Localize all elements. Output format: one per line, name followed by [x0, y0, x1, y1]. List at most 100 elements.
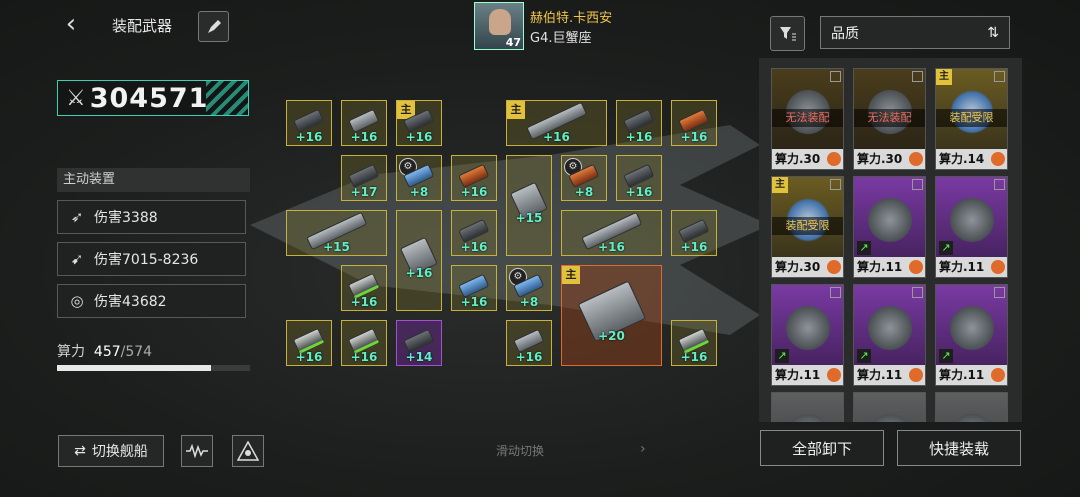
equip-slot[interactable]: +16	[451, 265, 497, 311]
equip-slot[interactable]: +16	[451, 210, 497, 256]
equip-slot[interactable]: ⚙ +8	[506, 265, 552, 311]
equip-slot[interactable]: +17	[341, 155, 387, 201]
inventory-card[interactable]: ↗ 算力.11	[771, 284, 844, 386]
fleet-button[interactable]	[232, 435, 264, 467]
upgrade-icon	[909, 260, 923, 274]
slot-level: +16	[625, 185, 653, 199]
device-row-2[interactable]: ➹ 伤害7015-8236	[57, 242, 246, 276]
equip-slot[interactable]: +16	[671, 210, 717, 256]
power-cost: 算力.30	[775, 152, 821, 166]
select-box-icon	[830, 287, 841, 298]
equip-slot[interactable]: ⚙ +8	[396, 155, 442, 201]
inventory-card[interactable]: 主装配受限 算力.30	[771, 176, 844, 278]
waveform-button[interactable]	[181, 435, 213, 467]
sort-label: 品质	[831, 25, 859, 42]
weapon-icon	[782, 303, 834, 353]
missile-wave-icon: ➶	[70, 208, 84, 226]
main-tag: 主	[936, 69, 952, 85]
waveform-icon	[186, 444, 208, 458]
device-row-3[interactable]: ◎ 伤害43682	[57, 284, 246, 318]
target-ring-icon: ◎	[70, 292, 84, 310]
power-cost: 算力.11	[857, 368, 903, 382]
equip-slot[interactable]: +16	[341, 265, 387, 311]
weapon-icon	[782, 411, 834, 422]
equip-slot[interactable]: +15	[286, 210, 387, 256]
upgrade-icon	[909, 368, 923, 382]
select-box-icon	[994, 287, 1005, 298]
power-cost: 算力.14	[939, 152, 985, 166]
equip-slot[interactable]: +16	[286, 320, 332, 366]
slot-level: +17	[350, 185, 378, 199]
upgrade-icon	[991, 368, 1005, 382]
power-cost: 算力.30	[857, 152, 903, 166]
equip-slot[interactable]: +16	[671, 100, 717, 146]
back-button[interactable]: ‹	[58, 11, 84, 38]
equip-slot[interactable]: +16	[616, 100, 662, 146]
inventory-card[interactable]: 无法装配算力.30	[771, 68, 844, 170]
capacity-bar	[57, 365, 250, 371]
power-cost: 算力.11	[939, 260, 985, 274]
inventory-card[interactable]	[853, 392, 926, 422]
equip-slot[interactable]: ⚙ +8	[561, 155, 607, 201]
equip-slot[interactable]: +16	[396, 210, 442, 311]
combat-power-value: 304571	[89, 82, 209, 114]
filter-icon	[779, 26, 796, 40]
inventory-card[interactable]: 无法装配 算力.30	[853, 68, 926, 170]
rocket-icon: ➹	[70, 250, 84, 268]
equip-slot[interactable]: +16	[451, 155, 497, 201]
equip-slot[interactable]: +16	[671, 320, 717, 366]
equip-slot[interactable]: 主 +20	[561, 265, 662, 366]
rocket-icon	[207, 19, 221, 33]
equip-slot[interactable]: +16	[506, 320, 552, 366]
device-row-1[interactable]: ➶ 伤害3388	[57, 200, 246, 234]
capacity-max: /574	[120, 344, 153, 360]
equip-slot[interactable]: +16	[561, 210, 662, 256]
weapon-icon	[946, 303, 998, 353]
quick-equip-button[interactable]: 快捷装载	[897, 430, 1021, 466]
triangle-emblem-icon	[237, 441, 259, 461]
upgrade-arrow-icon: ↗	[775, 349, 789, 363]
equip-slot[interactable]: 主 +16	[506, 100, 607, 146]
warning-label: 装配受限	[772, 217, 843, 235]
unload-all-button[interactable]: 全部卸下	[760, 430, 884, 466]
stripe-decoration	[206, 81, 248, 115]
slot-level: +8	[519, 295, 539, 309]
weapon-icon	[946, 195, 998, 245]
slot-level: +16	[295, 350, 323, 364]
equip-slot[interactable]: +15	[506, 155, 552, 256]
equip-slot[interactable]: +16	[286, 100, 332, 146]
slot-level: +20	[598, 329, 625, 343]
inventory-card[interactable]: ↗ 算力.11	[935, 284, 1008, 386]
sort-order-icon: ⇅	[987, 24, 999, 41]
inventory-card[interactable]: ↗ 算力.11	[935, 176, 1008, 278]
inventory-card[interactable]	[771, 392, 844, 422]
equip-slot[interactable]: 主 +16	[396, 100, 442, 146]
equip-slot[interactable]: +16	[341, 320, 387, 366]
select-box-icon	[994, 71, 1005, 82]
power-cost: 算力.11	[775, 368, 821, 382]
equip-slot[interactable]: +16	[341, 100, 387, 146]
weapon-icon	[864, 303, 916, 353]
power-cost: 算力.11	[857, 260, 903, 274]
inventory-card[interactable]: 主装配受限 算力.14	[935, 68, 1008, 170]
select-box-icon	[912, 287, 923, 298]
slot-level: +16	[350, 130, 378, 144]
equip-slot[interactable]: +14	[396, 320, 442, 366]
rocket-badge-button[interactable]	[198, 11, 229, 42]
select-box-icon	[912, 179, 923, 190]
slot-level: +8	[409, 185, 429, 199]
player-level: 47	[505, 36, 521, 49]
filter-button[interactable]	[770, 16, 805, 51]
switch-ship-label: 切换舰船	[91, 444, 148, 460]
inventory-card[interactable]: ↗ 算力.11	[853, 176, 926, 278]
inventory-panel: 无法装配 算力.30 无法装配 算力.30 主装配受限 算力.14 主装配受限 算力.3…	[759, 58, 1022, 422]
equip-slot[interactable]: +16	[616, 155, 662, 201]
select-box-icon	[830, 179, 841, 190]
warning-label: 无法装配	[772, 109, 843, 127]
slot-level: +16	[405, 130, 433, 144]
sort-dropdown[interactable]: 品质 ⇅	[820, 16, 1010, 49]
inventory-card[interactable]	[935, 392, 1008, 422]
switch-ship-button[interactable]: ⇄ 切换舰船	[58, 435, 164, 467]
inventory-card[interactable]: ↗ 算力.11	[853, 284, 926, 386]
player-avatar[interactable]: 47	[474, 2, 524, 50]
